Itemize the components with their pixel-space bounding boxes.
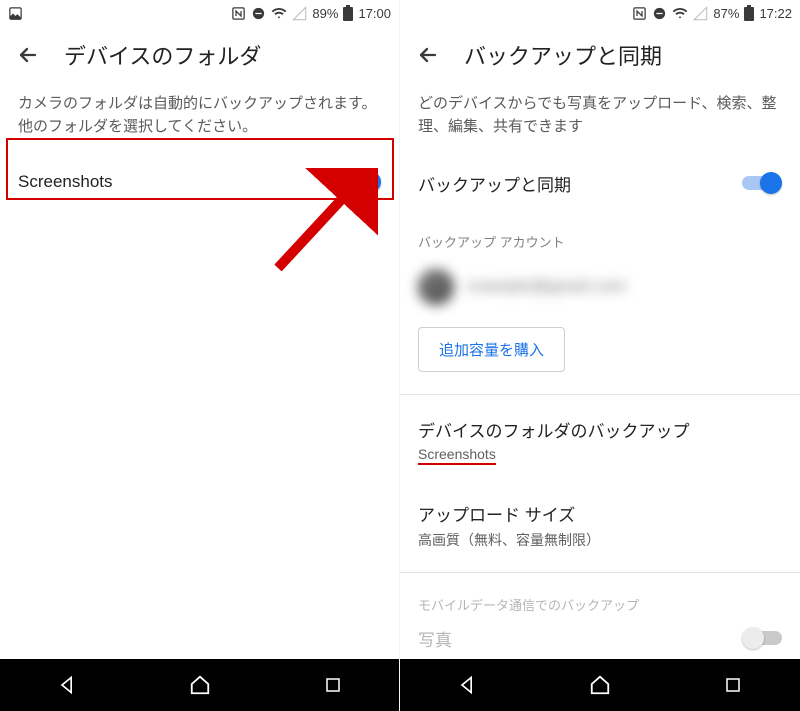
nav-bar bbox=[400, 659, 800, 711]
page-description: どのデバイスからでも写真をアップロード、検索、整理、編集、共有できます bbox=[400, 84, 800, 153]
avatar bbox=[418, 269, 454, 305]
battery-percent: 89% bbox=[312, 6, 338, 21]
nfc-icon bbox=[231, 6, 246, 21]
status-bar: 89% 17:00 bbox=[0, 0, 399, 26]
nav-recent-button[interactable] bbox=[710, 662, 756, 708]
backup-sync-label: バックアップと同期 bbox=[418, 171, 571, 196]
app-bar: バックアップと同期 bbox=[400, 26, 800, 84]
nav-recent-button[interactable] bbox=[310, 662, 356, 708]
nfc-icon bbox=[632, 6, 647, 21]
device-folders-sub: Screenshots bbox=[418, 446, 496, 465]
nav-back-button[interactable] bbox=[44, 662, 90, 708]
backup-sync-toggle[interactable] bbox=[742, 172, 782, 194]
nav-home-button[interactable] bbox=[177, 662, 223, 708]
nav-home-button[interactable] bbox=[577, 662, 623, 708]
battery-icon bbox=[744, 5, 754, 21]
folder-label: Screenshots bbox=[18, 172, 113, 192]
device-folders-setting[interactable]: デバイスのフォルダのバックアップ Screenshots bbox=[400, 399, 800, 483]
divider bbox=[400, 572, 800, 573]
device-folders-title: デバイスのフォルダのバックアップ bbox=[418, 417, 782, 442]
wifi-icon bbox=[672, 5, 688, 21]
dnd-icon bbox=[251, 6, 266, 21]
backup-sync-row[interactable]: バックアップと同期 bbox=[400, 153, 800, 214]
back-button[interactable] bbox=[414, 41, 442, 69]
backup-account-row[interactable]: example@gmail.com bbox=[400, 257, 800, 323]
page-title: バックアップと同期 bbox=[464, 39, 662, 71]
nav-bar bbox=[0, 659, 399, 711]
upload-size-title: アップロード サイズ bbox=[418, 501, 782, 526]
nav-back-button[interactable] bbox=[444, 662, 490, 708]
page-description: カメラのフォルダは自動的にバックアップされます。他のフォルダを選択してください。 bbox=[0, 84, 399, 153]
folder-toggle[interactable] bbox=[341, 171, 381, 193]
app-bar: デバイスのフォルダ bbox=[0, 26, 399, 84]
back-button[interactable] bbox=[14, 41, 42, 69]
photos-mobile-data-row[interactable]: 写真 bbox=[400, 620, 800, 657]
signal-icon bbox=[693, 6, 708, 21]
screen-device-folders: 89% 17:00 デバイスのフォルダ カメラのフォルダは自動的にバックアップさ… bbox=[0, 0, 400, 711]
screen-backup-and-sync: 87% 17:22 バックアップと同期 どのデバイスからでも写真をアップロード、… bbox=[400, 0, 800, 711]
photos-label: 写真 bbox=[418, 626, 452, 651]
buy-storage-button[interactable]: 追加容量を購入 bbox=[418, 327, 565, 372]
account-email: example@gmail.com bbox=[468, 278, 626, 296]
backup-account-caption: バックアップ アカウント bbox=[400, 214, 800, 257]
dnd-icon bbox=[652, 6, 667, 21]
wifi-icon bbox=[271, 5, 287, 21]
page-title: デバイスのフォルダ bbox=[64, 39, 261, 71]
clock-text: 17:00 bbox=[358, 6, 391, 21]
upload-size-setting[interactable]: アップロード サイズ 高画質（無料、容量無制限） bbox=[400, 483, 800, 568]
signal-icon bbox=[292, 6, 307, 21]
photos-toggle[interactable] bbox=[742, 627, 782, 649]
mobile-data-caption: モバイルデータ通信でのバックアップ bbox=[400, 577, 800, 620]
folder-row-screenshots[interactable]: Screenshots bbox=[0, 153, 399, 211]
status-bar: 87% 17:22 bbox=[400, 0, 800, 26]
battery-icon bbox=[343, 5, 353, 21]
upload-size-sub: 高画質（無料、容量無制限） bbox=[418, 530, 782, 550]
battery-percent: 87% bbox=[713, 6, 739, 21]
image-icon bbox=[8, 6, 23, 21]
divider bbox=[400, 394, 800, 395]
clock-text: 17:22 bbox=[759, 6, 792, 21]
